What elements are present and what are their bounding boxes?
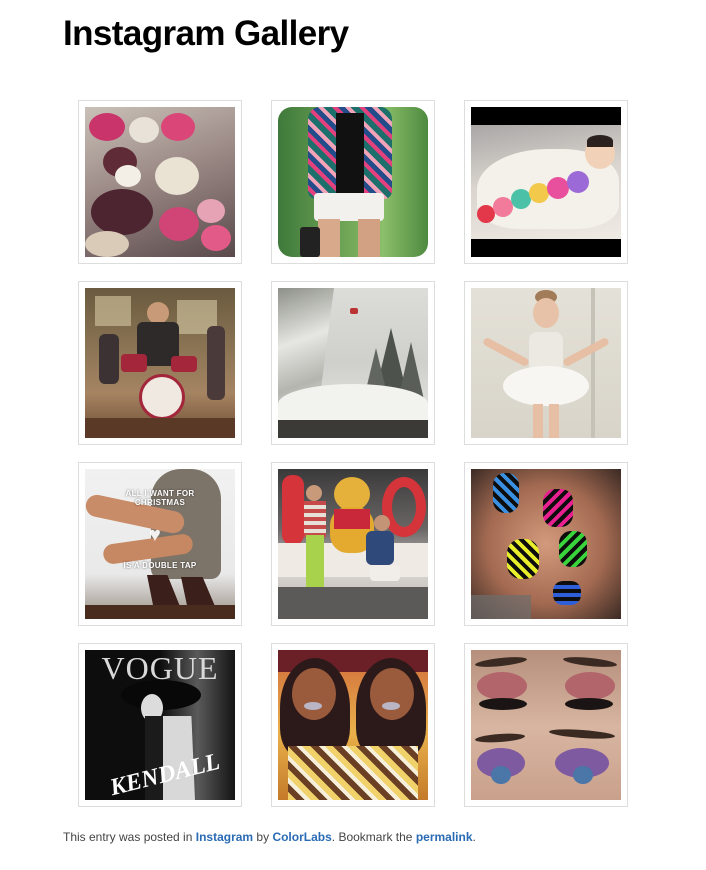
gallery-item-nails[interactable] (464, 462, 628, 626)
category-link[interactable]: Instagram (196, 830, 253, 844)
ballerina-photo (471, 288, 621, 438)
floral-jacket-photo (278, 107, 428, 257)
gallery-item-ballerina[interactable] (464, 281, 628, 445)
entry-meta-suffix: . (472, 830, 476, 844)
gallery-item-eye-makeup[interactable] (464, 643, 628, 807)
double-tap-caption-bottom: IS A DOUBLE TAP (123, 561, 197, 570)
eye-makeup-photo (471, 650, 621, 800)
instagram-gallery: ALL I WANT FOR CHRISTMAS ♥ IS A DOUBLE T… (78, 100, 628, 807)
drum-set-photo (85, 288, 235, 438)
pooh-photo (278, 469, 428, 619)
vogue-photo: VOGUE KENDALL (85, 650, 235, 800)
entry-meta-by: by (253, 830, 273, 844)
cupcakes-photo (85, 107, 235, 257)
gallery-item-vogue[interactable]: VOGUE KENDALL (78, 643, 242, 807)
entry-meta-bookmark: . Bookmark the (331, 830, 416, 844)
snow-photo (278, 288, 428, 438)
nails-photo (471, 469, 621, 619)
gallery-item-floral-jacket[interactable] (271, 100, 435, 264)
baby-plush-photo (471, 107, 621, 257)
double-tap-photo: ALL I WANT FOR CHRISTMAS ♥ IS A DOUBLE T… (85, 469, 235, 619)
gallery-item-baby-plush[interactable] (464, 100, 628, 264)
permalink-link[interactable]: permalink (416, 830, 473, 844)
gallery-item-pooh[interactable] (271, 462, 435, 626)
page-title: Instagram Gallery (63, 14, 349, 53)
entry-meta: This entry was posted in Instagram by Co… (63, 829, 476, 845)
gallery-item-cupcakes[interactable] (78, 100, 242, 264)
double-tap-caption-top: ALL I WANT FOR CHRISTMAS (125, 489, 195, 507)
gallery-item-mirror[interactable] (271, 643, 435, 807)
author-link[interactable]: ColorLabs (272, 830, 331, 844)
heart-icon: ♥ (149, 524, 161, 546)
mirror-photo (278, 650, 428, 800)
entry-meta-prefix: This entry was posted in (63, 830, 196, 844)
gallery-item-drum-set[interactable] (78, 281, 242, 445)
gallery-item-double-tap[interactable]: ALL I WANT FOR CHRISTMAS ♥ IS A DOUBLE T… (78, 462, 242, 626)
gallery-item-snow[interactable] (271, 281, 435, 445)
